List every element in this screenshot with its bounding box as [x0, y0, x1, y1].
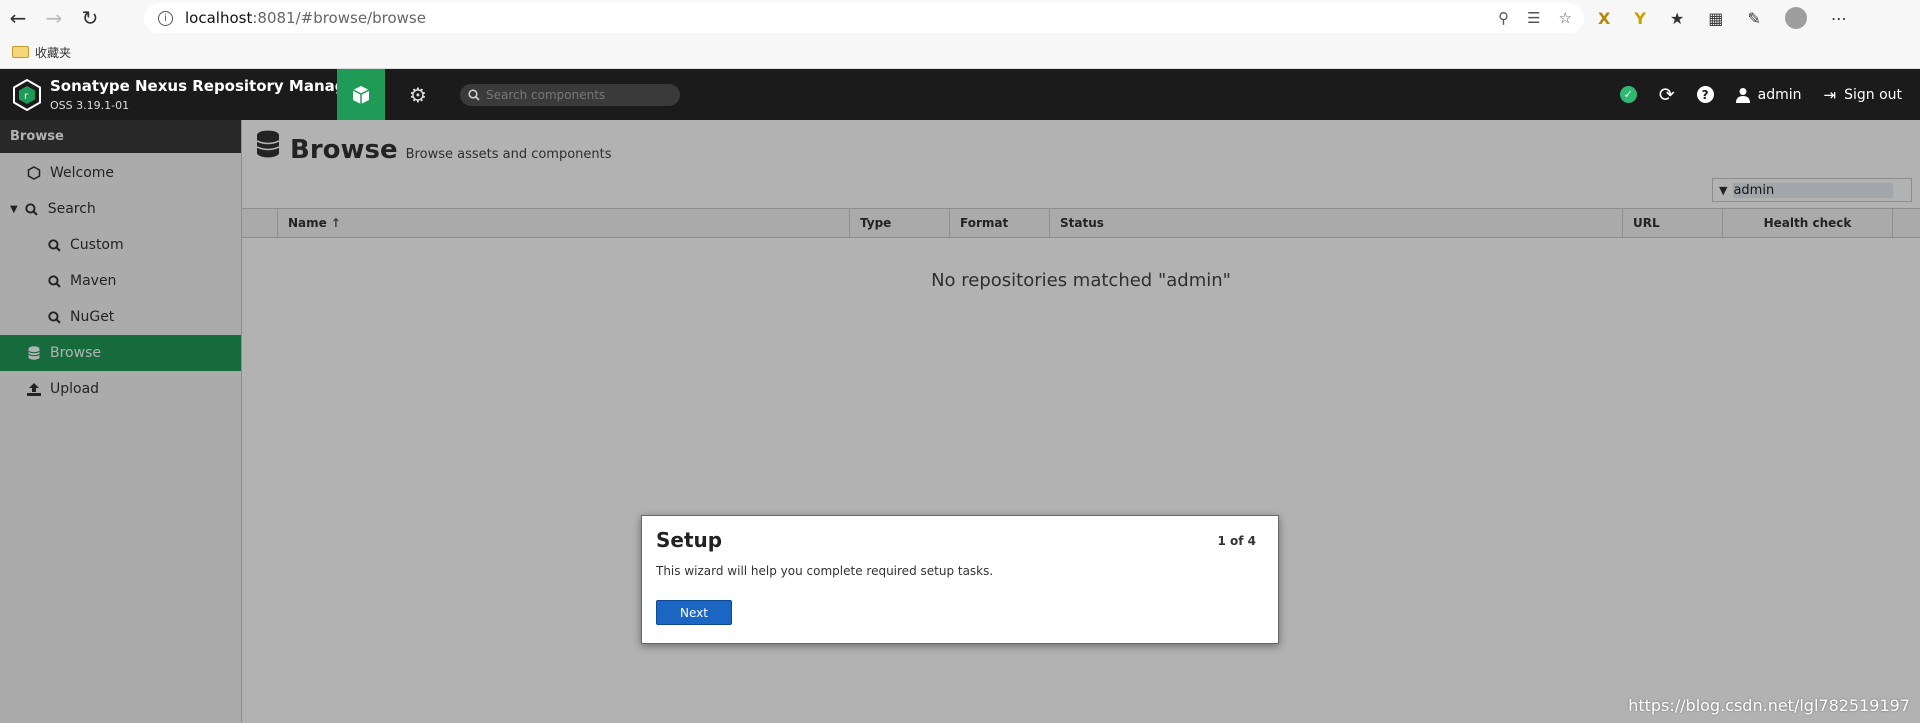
dialog-message: This wizard will help you complete requi… — [656, 564, 994, 578]
url-host: localhost — [185, 9, 253, 27]
bookmarks-bar: 收藏夹 — [0, 36, 1920, 69]
profile-avatar[interactable] — [1784, 7, 1807, 29]
cube-icon — [352, 85, 370, 104]
app-header: r Sonatype Nexus Repository Manager OSS … — [0, 69, 1920, 120]
user-icon — [1735, 87, 1750, 103]
sign-out-button[interactable]: ⇥ Sign out — [1824, 86, 1903, 104]
watermark: https://blog.csdn.net/lgl782519197 — [1628, 696, 1910, 715]
feedback-icon[interactable]: ✎ — [1747, 9, 1760, 28]
more-icon[interactable]: ⋯ — [1831, 9, 1847, 28]
bookmark-folder-label[interactable]: 收藏夹 — [35, 44, 71, 61]
extension-x-icon[interactable]: X — [1598, 9, 1610, 28]
refresh-button[interactable]: ⟳ — [1659, 84, 1675, 106]
browser-toolbar: ← → ↻ i localhost:8081/#browse/browse ⚲ … — [0, 0, 1920, 36]
search-input[interactable] — [486, 88, 666, 102]
next-button[interactable]: Next — [656, 600, 732, 625]
collections-icon[interactable]: ▦ — [1708, 9, 1723, 28]
star-icon[interactable]: ☆ — [1559, 9, 1572, 27]
app-version: OSS 3.19.1-01 — [50, 99, 130, 112]
forward-arrow-icon[interactable]: → — [36, 0, 72, 36]
app-title: Sonatype Nexus Repository Manager — [50, 77, 364, 95]
url-path: :8081/#browse/browse — [252, 9, 426, 27]
gear-icon: ⚙ — [409, 82, 427, 107]
refresh-icon: ⟳ — [1658, 83, 1675, 106]
info-icon[interactable]: i — [158, 10, 173, 26]
translate-icon[interactable]: ☰ — [1527, 9, 1540, 27]
dialog-step-indicator: 1 of 4 — [1217, 534, 1256, 548]
sign-out-icon: ⇥ — [1823, 85, 1837, 104]
username: admin — [1757, 86, 1802, 103]
system-status[interactable]: ✓ — [1619, 86, 1637, 103]
status-ok-icon: ✓ — [1619, 86, 1637, 103]
component-search[interactable] — [460, 84, 680, 106]
favorites-icon[interactable]: ★ — [1670, 9, 1684, 28]
extension-y-icon[interactable]: Y — [1634, 9, 1646, 28]
address-bar[interactable]: i localhost:8081/#browse/browse ⚲ ☰ ☆ — [144, 3, 1584, 33]
folder-icon — [12, 46, 29, 58]
help-button[interactable]: ? — [1696, 86, 1714, 103]
key-icon[interactable]: ⚲ — [1498, 9, 1509, 27]
back-arrow-icon[interactable]: ← — [0, 0, 36, 36]
search-icon — [468, 89, 480, 101]
setup-dialog: Setup 1 of 4 This wizard will help you c… — [641, 515, 1279, 644]
dialog-title: Setup — [656, 528, 723, 552]
help-icon: ? — [1696, 86, 1714, 103]
sign-out-label: Sign out — [1844, 86, 1902, 103]
refresh-icon[interactable]: ↻ — [72, 0, 108, 36]
admin-mode-button[interactable]: ⚙ — [398, 69, 438, 120]
browse-mode-button[interactable] — [337, 69, 385, 120]
user-menu[interactable]: admin — [1735, 86, 1802, 103]
nexus-logo-icon: r — [13, 79, 41, 111]
